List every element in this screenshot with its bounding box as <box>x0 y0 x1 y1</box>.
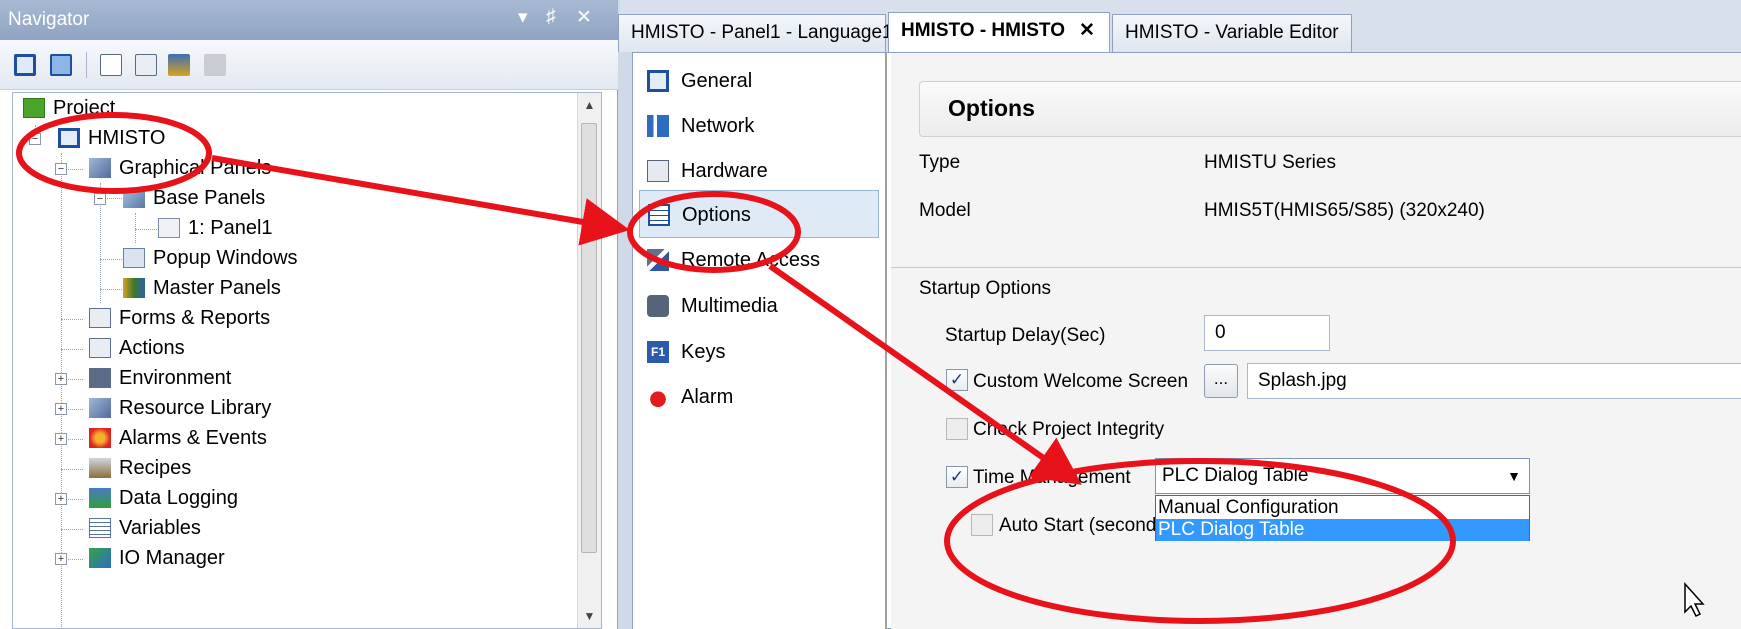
auto-start-checkbox[interactable] <box>971 514 993 536</box>
variables-icon <box>89 518 111 538</box>
section-divider <box>891 267 1741 268</box>
data-logging-icon <box>89 488 111 508</box>
time-management-checkbox[interactable]: ✓ <box>946 466 968 488</box>
general-icon <box>647 70 669 92</box>
menu-item-general[interactable]: General <box>639 57 879 105</box>
custom-welcome-checkbox[interactable]: ✓ <box>946 369 968 391</box>
graphical-panels-icon <box>89 158 111 178</box>
model-label: Model <box>919 200 971 221</box>
tab-panel1-language1[interactable]: HMISTO - Panel1 - Language1 <box>618 14 893 52</box>
options-panel: Options Type HMISTU Series Model HMIS5T(… <box>891 53 1741 629</box>
panel-page-icon <box>158 218 180 238</box>
collapse-toggle[interactable]: − <box>94 193 106 205</box>
type-value: HMISTU Series <box>1204 152 1336 173</box>
dropdown-arrow-icon[interactable]: ▾ <box>518 6 528 29</box>
resource-library-icon <box>89 398 111 418</box>
navigator-toolbar <box>0 40 618 90</box>
project-tree[interactable]: − − − + + + + + Project HMISTO Graphical… <box>12 92 602 629</box>
remote-access-icon <box>647 249 669 271</box>
custom-welcome-label: Custom Welcome Screen <box>973 371 1189 392</box>
save-icon[interactable] <box>50 54 72 76</box>
menu-item-alarm[interactable]: Alarm <box>639 373 879 421</box>
pin-icon[interactable]: ♯ <box>546 6 556 28</box>
options-header: Options <box>919 81 1741 137</box>
simulate-icon[interactable] <box>204 54 226 76</box>
expand-toggle[interactable]: + <box>55 493 67 505</box>
properties-icon[interactable] <box>100 54 122 76</box>
menu-item-options[interactable]: Options <box>639 190 879 238</box>
collapse-toggle[interactable]: − <box>55 163 67 175</box>
menu-item-hardware[interactable]: Hardware <box>639 147 879 195</box>
hardware-icon <box>647 160 669 182</box>
forms-reports-icon <box>89 308 111 328</box>
option-plc-dialog-table[interactable]: PLC Dialog Table <box>1156 519 1529 541</box>
alarms-events-icon <box>89 428 111 448</box>
type-label: Type <box>919 152 961 173</box>
time-management-label: Time Management <box>973 467 1131 488</box>
tab-hmisto-hmisto[interactable]: HMISTO - HMISTO ✕ <box>888 12 1110 53</box>
auto-start-label: Auto Start (seconds) <box>999 515 1173 536</box>
scroll-up-icon[interactable]: ▲ <box>578 93 601 117</box>
startup-delay-input[interactable]: 0 <box>1204 315 1330 351</box>
menu-item-keys[interactable]: F1 Keys <box>639 328 879 376</box>
startup-options-heading: Startup Options <box>919 278 1052 299</box>
network-icon <box>647 115 669 137</box>
keys-icon: F1 <box>647 341 669 363</box>
collapse-toggle[interactable]: − <box>29 133 41 145</box>
browse-button[interactable]: ... <box>1204 364 1238 398</box>
menu-item-network[interactable]: Network <box>639 102 879 150</box>
expand-toggle[interactable]: + <box>55 433 67 445</box>
tab-bar: HMISTO - Panel1 - Language1 HMISTO - HMI… <box>618 0 1741 53</box>
actions-icon <box>89 338 111 358</box>
options-title: Options <box>948 95 1035 121</box>
options-icon <box>648 204 670 226</box>
project-icon <box>23 98 45 118</box>
project-properties: General Network Hardware Options Remote … <box>632 52 1741 629</box>
alarm-icon <box>647 386 669 408</box>
panel-device-icon <box>58 128 80 148</box>
check-integrity-label: Check Project Integrity <box>973 419 1165 440</box>
navigator-title: Navigator <box>8 9 90 30</box>
download-icon[interactable] <box>168 54 190 76</box>
recipes-icon <box>89 458 111 478</box>
master-panels-icon <box>123 278 145 298</box>
check-integrity-checkbox[interactable] <box>946 418 968 440</box>
expand-toggle[interactable]: + <box>55 403 67 415</box>
environment-icon <box>89 368 111 388</box>
close-icon[interactable]: ✕ <box>576 6 592 29</box>
startup-delay-label: Startup Delay(Sec) <box>945 325 1106 346</box>
menu-item-multimedia[interactable]: Multimedia <box>639 282 879 330</box>
option-manual-configuration[interactable]: Manual Configuration <box>1156 497 1529 519</box>
navigator-pane: Navigator ▾ ♯ ✕ − − − + + + + + Project … <box>0 0 618 629</box>
scrollbar-thumb[interactable] <box>581 123 597 553</box>
tab-close-icon[interactable]: ✕ <box>1079 20 1095 41</box>
time-management-select[interactable]: PLC Dialog Table ▼ <box>1155 458 1530 494</box>
expand-toggle[interactable]: + <box>55 373 67 385</box>
new-project-icon[interactable] <box>14 54 36 76</box>
tree-scrollbar[interactable]: ▲ ▼ <box>577 93 601 628</box>
popup-windows-icon <box>123 248 145 268</box>
menu-item-remote-access[interactable]: Remote Access <box>639 236 879 284</box>
time-management-options[interactable]: Manual Configuration PLC Dialog Table <box>1155 495 1530 541</box>
base-panels-icon <box>123 188 145 208</box>
build-icon[interactable] <box>135 54 157 76</box>
multimedia-icon <box>647 295 669 317</box>
navigator-titlebar: Navigator ▾ ♯ ✕ <box>0 0 618 40</box>
tab-variable-editor[interactable]: HMISTO - Variable Editor <box>1112 14 1352 52</box>
chevron-down-icon[interactable]: ▼ <box>1507 459 1521 493</box>
model-value: HMIS5T(HMIS65/S85) (320x240) <box>1204 200 1485 221</box>
expand-toggle[interactable]: + <box>55 553 67 565</box>
time-management-value: PLC Dialog Table <box>1162 465 1309 486</box>
scroll-down-icon[interactable]: ▼ <box>578 604 601 628</box>
io-manager-icon <box>89 548 111 568</box>
properties-menu: General Network Hardware Options Remote … <box>633 53 887 629</box>
welcome-file-input[interactable]: Splash.jpg <box>1247 363 1741 399</box>
